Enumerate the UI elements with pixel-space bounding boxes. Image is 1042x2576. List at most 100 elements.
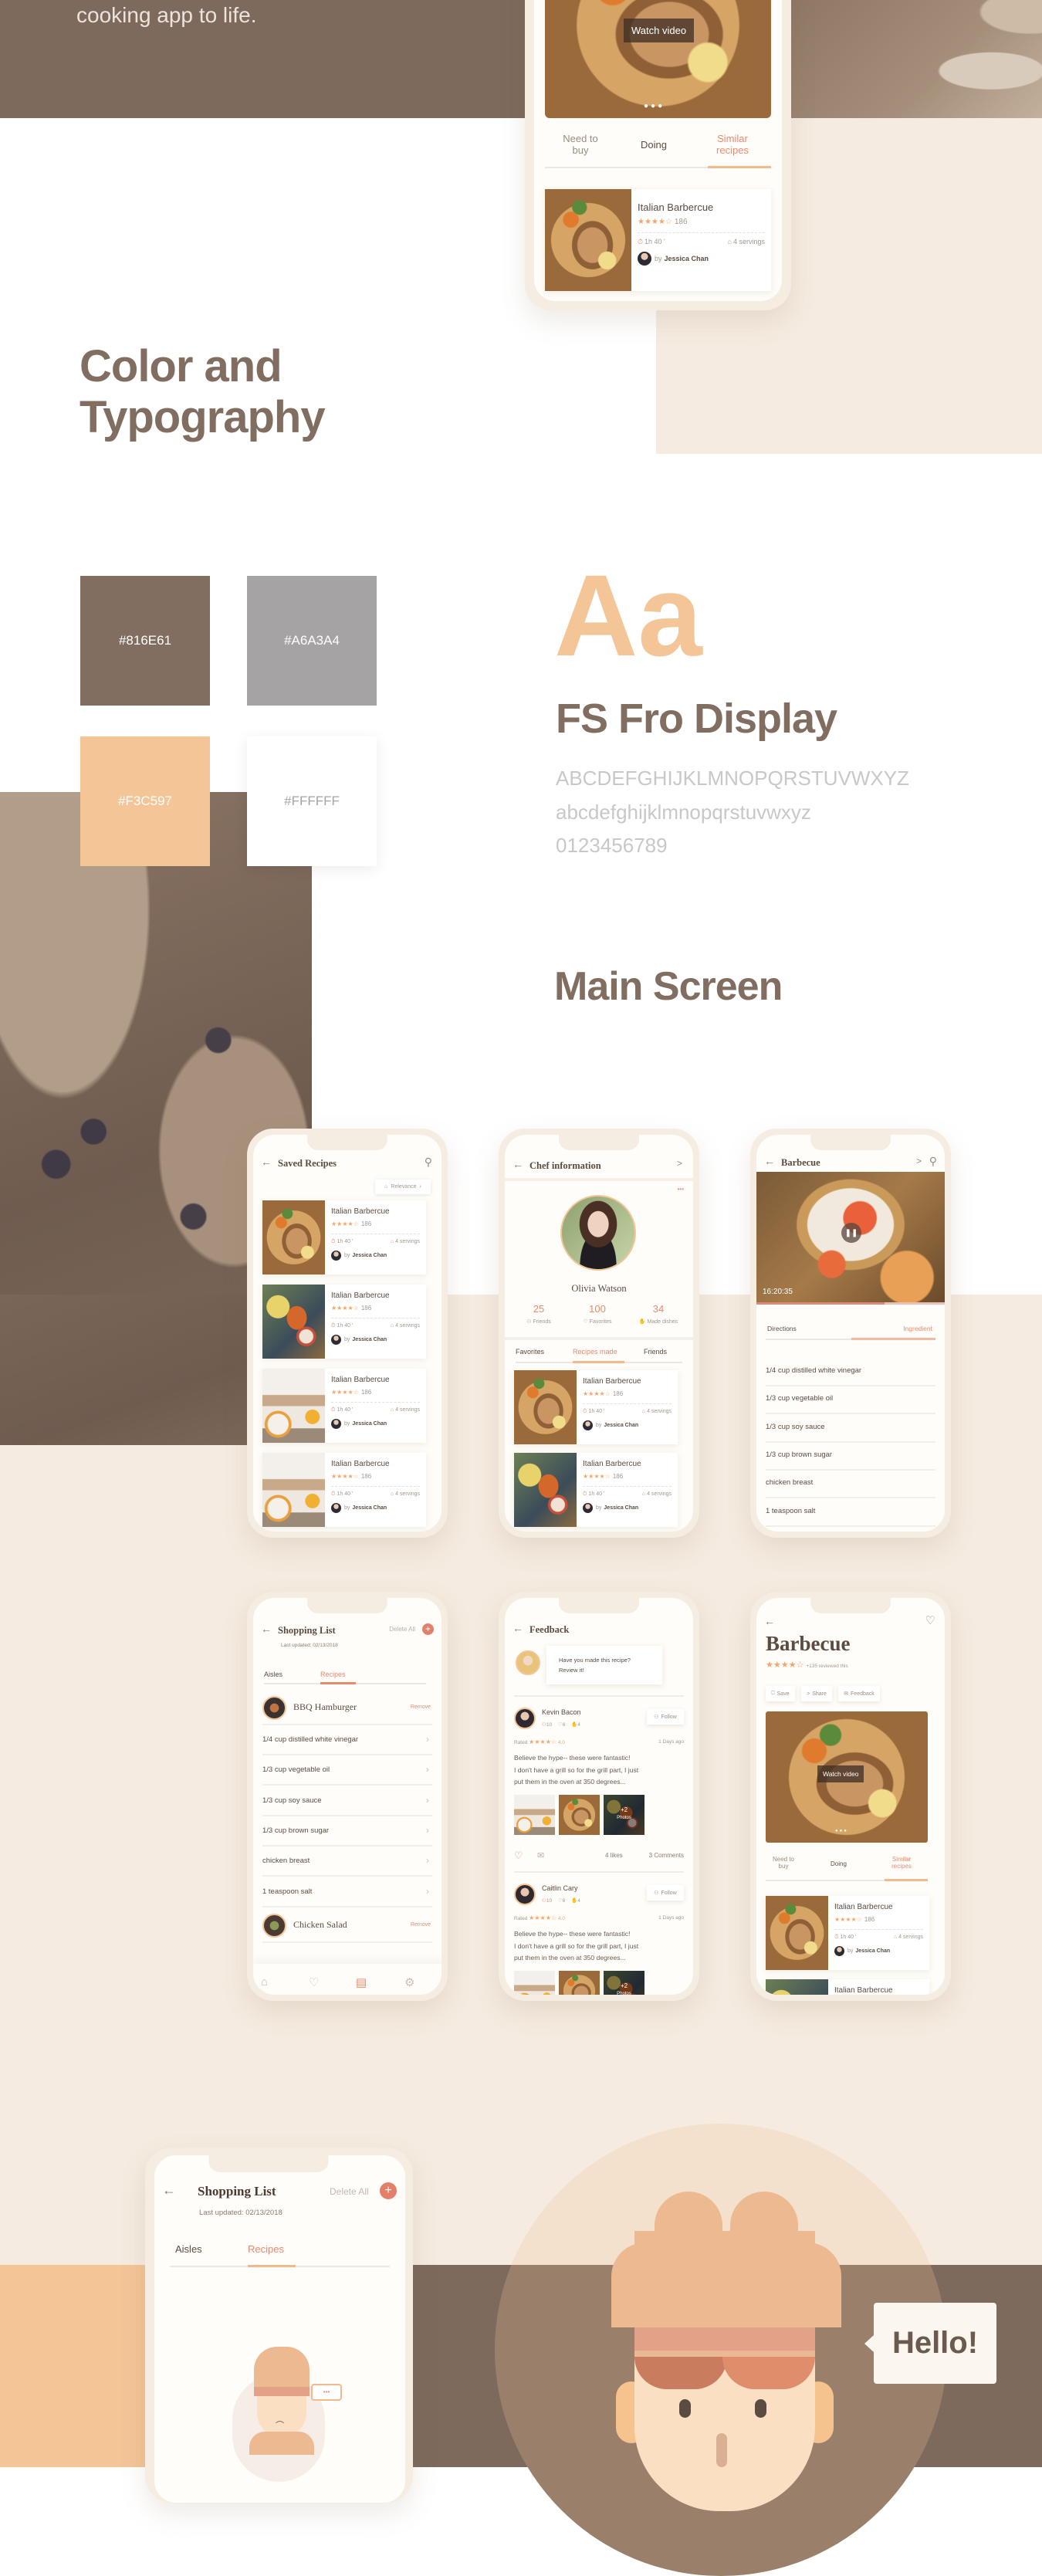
recipe-author[interactable]: by Jessica Chan bbox=[331, 1335, 420, 1345]
watch-video-button[interactable]: Watch video bbox=[624, 19, 695, 42]
more-options-icon[interactable]: ••• bbox=[678, 1186, 684, 1193]
list-item[interactable]: 1/3 cup vegetable oil bbox=[766, 1386, 935, 1415]
recipe-author[interactable]: by Jessica Chan bbox=[638, 252, 765, 266]
share-button[interactable]: > Share bbox=[801, 1686, 832, 1701]
recipe-card[interactable]: Italian Barbercue ★★★★☆186 ⏱1h 40 '⌂4 se… bbox=[545, 189, 771, 291]
remove-button[interactable]: Remove bbox=[411, 1704, 431, 1710]
recipe-card[interactable]: Italian Barbercue ★★★★☆186 ⏱1h 40 '⌂4 se… bbox=[262, 1200, 426, 1274]
recipe-group-chicken-salad[interactable]: Chicken Salad Remove bbox=[262, 1912, 432, 1943]
feedback-button[interactable]: ✉ Feedback bbox=[838, 1686, 880, 1701]
stat-made-dishes[interactable]: 34 ✋ Made dishes bbox=[631, 1303, 685, 1325]
list-item[interactable]: chicken breast bbox=[766, 1471, 935, 1499]
recipe-card[interactable]: Italian Barbercue ★★★★☆186 ⏱1h 40 '⌂4 se… bbox=[262, 1285, 426, 1359]
tab-aisles[interactable]: Aisles bbox=[264, 1671, 282, 1678]
recipe-group-bbq-hamburger[interactable]: BBQ Hamburger Remove bbox=[262, 1694, 432, 1725]
list-item[interactable]: chicken breast › bbox=[262, 1849, 432, 1877]
follow-button[interactable]: ⚇ Follow bbox=[647, 1885, 684, 1901]
follow-button[interactable]: ⚇ Follow bbox=[647, 1709, 684, 1725]
recipe-card[interactable]: Italian Barbercue ★★★★☆186 ⏱1h 40 '⌂4 se… bbox=[514, 1453, 678, 1527]
search-icon[interactable]: ⚲ bbox=[425, 1156, 432, 1169]
search-icon[interactable]: ⚲ bbox=[929, 1155, 937, 1168]
remove-button[interactable]: Remove bbox=[411, 1922, 431, 1928]
tab-directions[interactable]: Directions bbox=[767, 1325, 797, 1332]
settings-icon[interactable]: ⚙ bbox=[404, 1975, 414, 1989]
add-button[interactable]: + bbox=[422, 1623, 434, 1635]
back-arrow-icon[interactable]: ← bbox=[162, 2182, 176, 2199]
list-item[interactable]: 1/3 cup brown sugar › bbox=[262, 1819, 432, 1847]
recipe-author[interactable]: by Jessica Chan bbox=[583, 1503, 672, 1513]
tab-aisles[interactable]: Aisles bbox=[175, 2243, 202, 2255]
back-arrow-icon[interactable]: ← bbox=[513, 1158, 523, 1170]
tab-doing[interactable]: Doing bbox=[631, 139, 677, 151]
stat-favorites[interactable]: 100 ♡ Favorites bbox=[574, 1303, 621, 1325]
comments-count[interactable]: 3 Comments bbox=[649, 1852, 684, 1859]
review-photo[interactable] bbox=[514, 1795, 555, 1835]
tab-need-to-buy[interactable]: Need to buy bbox=[557, 133, 604, 156]
list-item[interactable]: 1/4 cup distilled white vinegar bbox=[766, 1359, 935, 1386]
likes-count[interactable]: 4 likes bbox=[605, 1852, 623, 1859]
back-arrow-icon[interactable]: ← bbox=[261, 1623, 272, 1635]
list-item[interactable]: 1/3 cup soy sauce › bbox=[262, 1789, 432, 1816]
back-arrow-icon[interactable]: ← bbox=[764, 1155, 775, 1167]
tab-recipes[interactable]: Recipes bbox=[320, 1671, 346, 1678]
delete-all-button[interactable]: Delete All bbox=[330, 2186, 369, 2197]
tab-recipes[interactable]: Recipes bbox=[248, 2243, 284, 2255]
home-icon[interactable]: ⌂ bbox=[261, 1975, 268, 1989]
review-photo[interactable] bbox=[514, 1971, 555, 1995]
list-item[interactable]: 1/3 cup brown sugar bbox=[766, 1443, 935, 1471]
review-photo[interactable] bbox=[559, 1971, 600, 1995]
tab-similar-recipes[interactable]: Similar recipes bbox=[708, 133, 757, 156]
more-photos-label[interactable]: +2 Photos bbox=[604, 1982, 644, 1995]
share-icon[interactable]: > bbox=[916, 1156, 922, 1166]
recipe-card[interactable]: Italian Barbercue ★★★★☆186 ⏱1h 40 '⌂4 se… bbox=[262, 1369, 426, 1443]
tab-friends[interactable]: Friends bbox=[644, 1348, 667, 1356]
carousel-dots[interactable]: ●●● bbox=[835, 1829, 848, 1833]
add-button[interactable]: + bbox=[380, 2182, 397, 2199]
tab-need-to-buy[interactable]: Need to buy bbox=[769, 1856, 798, 1870]
carousel-dots[interactable]: ●●● bbox=[644, 102, 665, 110]
recipe-author[interactable]: by Jessica Chan bbox=[834, 1946, 923, 1956]
list-item[interactable]: 1/3 cup vegetable oil › bbox=[262, 1758, 432, 1786]
recipe-card[interactable]: Italian Barbercue ★★★★☆186 ⏱1h 40 '⌂4 se… bbox=[766, 1979, 929, 1995]
video-player[interactable]: ❚❚ 16:20:35 bbox=[756, 1172, 945, 1304]
share-icon[interactable]: > bbox=[677, 1158, 682, 1169]
comment-icon[interactable]: ✉ bbox=[537, 1850, 544, 1860]
sort-button[interactable]: ⌂ Relevance › bbox=[375, 1180, 431, 1194]
recipe-card[interactable]: Italian Barbercue ★★★★☆186 ⏱1h 40 '⌂4 se… bbox=[262, 1453, 426, 1527]
favorite-heart-icon[interactable]: ♡ bbox=[925, 1613, 935, 1627]
tab-ingredient[interactable]: Ingredient bbox=[903, 1325, 932, 1332]
list-item[interactable]: 1 teaspoon salt › bbox=[262, 1880, 432, 1907]
reviewer-name[interactable]: Kevin Bacon bbox=[542, 1708, 581, 1716]
back-arrow-icon[interactable]: ← bbox=[261, 1156, 272, 1168]
back-arrow-icon[interactable]: ← bbox=[513, 1622, 523, 1634]
recipe-author[interactable]: by Jessica Chan bbox=[331, 1251, 420, 1261]
reviewer-avatar[interactable] bbox=[514, 1708, 536, 1729]
recipe-card[interactable]: Italian Barbercue ★★★★☆186 ⏱1h 40 '⌂4 se… bbox=[766, 1896, 929, 1970]
tab-similar-recipes[interactable]: Similar recipes bbox=[886, 1856, 917, 1870]
recipe-author[interactable]: by Jessica Chan bbox=[331, 1503, 420, 1513]
tab-favorites[interactable]: Favorites bbox=[516, 1348, 544, 1356]
tab-doing[interactable]: Doing bbox=[831, 1860, 847, 1867]
back-arrow-icon[interactable]: ← bbox=[764, 1615, 775, 1627]
shopping-list-icon[interactable]: ▤ bbox=[356, 1975, 367, 1989]
list-item[interactable]: 1/4 cup distilled white vinegar › bbox=[262, 1728, 432, 1755]
more-photos-label[interactable]: +2 Photos bbox=[604, 1806, 644, 1823]
like-icon[interactable]: ♡ bbox=[514, 1850, 523, 1862]
reviewer-avatar[interactable] bbox=[514, 1884, 536, 1905]
watch-video-button[interactable]: Watch video bbox=[817, 1765, 864, 1782]
review-photo[interactable] bbox=[559, 1795, 600, 1835]
list-item[interactable]: 1 teaspoon salt bbox=[766, 1499, 935, 1527]
recipe-author[interactable]: by Jessica Chan bbox=[331, 1419, 420, 1429]
stat-friends[interactable]: 25 ⚇ Friends bbox=[516, 1303, 562, 1325]
save-button[interactable]: ⎕ Save bbox=[766, 1686, 795, 1701]
pause-button[interactable]: ❚❚ bbox=[841, 1223, 861, 1243]
tab-recipes-made[interactable]: Recipes made bbox=[573, 1348, 617, 1356]
delete-all-button[interactable]: Delete All bbox=[389, 1626, 415, 1633]
recipe-hero-image[interactable]: Watch video ●●● bbox=[766, 1711, 928, 1843]
review-prompt-bubble[interactable]: Have you made this recipe? Review it! bbox=[546, 1646, 662, 1684]
list-item[interactable]: 1/3 cup soy sauce bbox=[766, 1415, 935, 1443]
recipe-author[interactable]: by Jessica Chan bbox=[583, 1420, 672, 1430]
recipe-hero-image[interactable]: Watch video ●●● bbox=[545, 0, 771, 118]
heart-icon[interactable]: ♡ bbox=[309, 1975, 319, 1989]
recipe-card[interactable]: Italian Barbercue ★★★★☆186 ⏱1h 40 '⌂4 se… bbox=[514, 1370, 678, 1444]
